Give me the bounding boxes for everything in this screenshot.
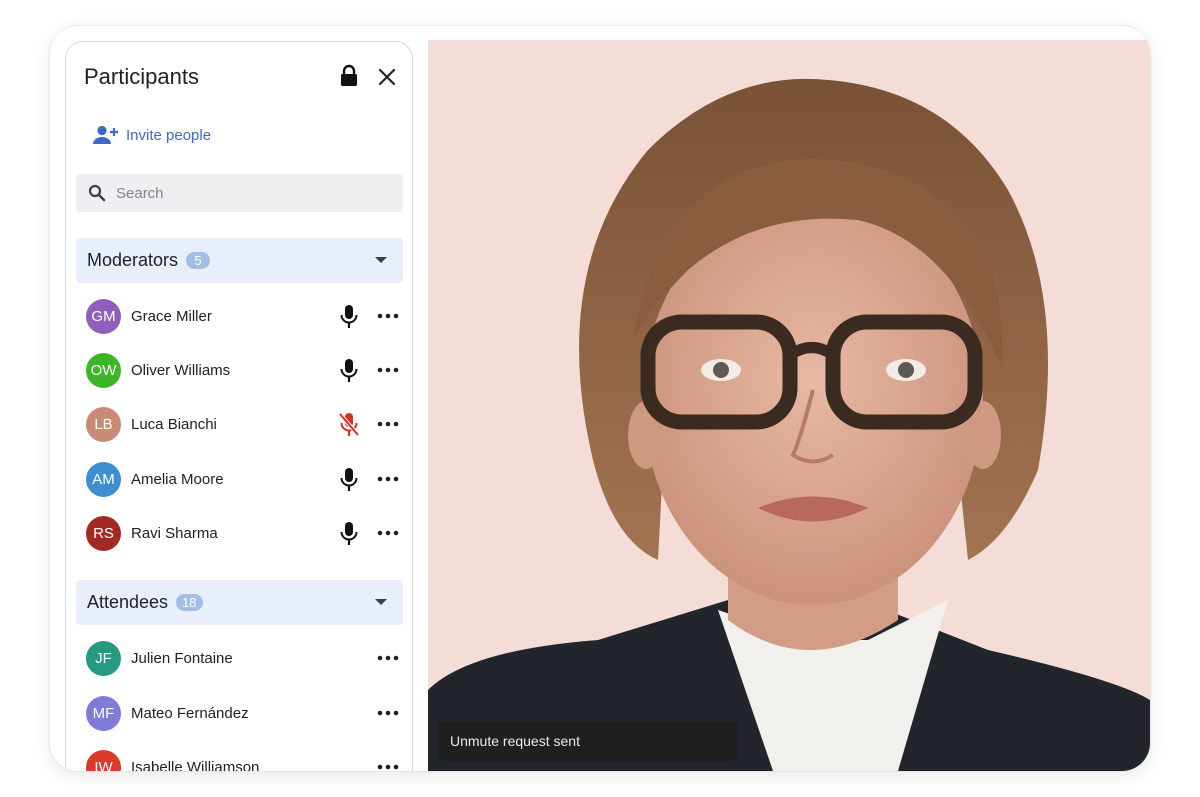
participant-row: MF Mateo Fernández <box>66 687 412 741</box>
lock-icon[interactable] <box>338 64 360 88</box>
participant-name: Grace Miller <box>131 308 212 325</box>
add-person-icon <box>93 125 118 144</box>
invite-people-label: Invite people <box>126 126 212 144</box>
avatar: GM <box>86 299 121 334</box>
moderators-count-badge: 5 <box>186 252 211 269</box>
chevron-down-icon <box>375 599 387 605</box>
more-options-icon[interactable] <box>376 652 400 664</box>
search-box[interactable] <box>76 174 403 212</box>
participant-row: LB Luca Bianchi <box>66 398 412 452</box>
more-options-icon[interactable] <box>376 364 400 376</box>
avatar: LB <box>86 407 121 442</box>
microphone-muted-icon[interactable] <box>338 412 360 438</box>
microphone-icon[interactable] <box>338 304 360 330</box>
avatar: RS <box>86 516 121 551</box>
more-options-icon[interactable] <box>376 473 400 485</box>
participant-row: JF Julien Fontaine <box>66 632 412 686</box>
attendees-count-badge: 18 <box>176 594 203 611</box>
panel-title: Participants <box>84 64 199 89</box>
avatar: JF <box>86 641 121 676</box>
participant-name: Julien Fontaine <box>131 650 233 667</box>
close-icon[interactable] <box>376 66 398 88</box>
avatar: MF <box>86 696 121 731</box>
participant-name: Mateo Fernández <box>131 705 249 722</box>
microphone-icon[interactable] <box>338 358 360 384</box>
participant-row: RS Ravi Sharma <box>66 507 412 561</box>
more-options-icon[interactable] <box>376 527 400 539</box>
microphone-icon[interactable] <box>338 521 360 547</box>
more-options-icon[interactable] <box>376 761 400 771</box>
participant-row: AM Amelia Moore <box>66 453 412 507</box>
participant-name: Oliver Williams <box>131 362 231 379</box>
avatar: IW <box>86 750 121 771</box>
participant-row: GM Grace Miller <box>66 290 412 344</box>
moderators-label: Moderators <box>87 250 179 270</box>
avatar: AM <box>86 462 121 497</box>
more-options-icon[interactable] <box>376 707 400 719</box>
video-feed[interactable]: Unmute request sent <box>428 40 1150 771</box>
chevron-down-icon <box>375 257 387 263</box>
participant-name: Ravi Sharma <box>131 525 218 542</box>
avatar: OW <box>86 353 121 388</box>
attendees-section-header[interactable]: Attendees 18 <box>76 580 403 625</box>
participant-name: Amelia Moore <box>131 471 224 488</box>
microphone-icon[interactable] <box>338 467 360 493</box>
attendees-label: Attendees <box>87 592 169 612</box>
meeting-window: Participants Invite people Moder <box>50 26 1150 771</box>
moderators-section-header[interactable]: Moderators 5 <box>76 238 403 283</box>
toast-notification: Unmute request sent <box>438 721 738 761</box>
toast-message: Unmute request sent <box>450 733 580 749</box>
search-input[interactable] <box>116 184 376 202</box>
invite-people-button[interactable]: Invite people <box>91 120 211 150</box>
more-options-icon[interactable] <box>376 418 400 430</box>
participant-name: Isabelle Williamson <box>131 759 260 771</box>
participant-row: OW Oliver Williams <box>66 344 412 398</box>
search-icon <box>88 184 106 202</box>
more-options-icon[interactable] <box>376 310 400 322</box>
participants-panel: Participants Invite people Moder <box>65 41 413 771</box>
participant-row: IW Isabelle Williamson <box>66 741 412 771</box>
participant-name: Luca Bianchi <box>131 416 217 433</box>
speaker-video-image <box>428 78 1150 771</box>
